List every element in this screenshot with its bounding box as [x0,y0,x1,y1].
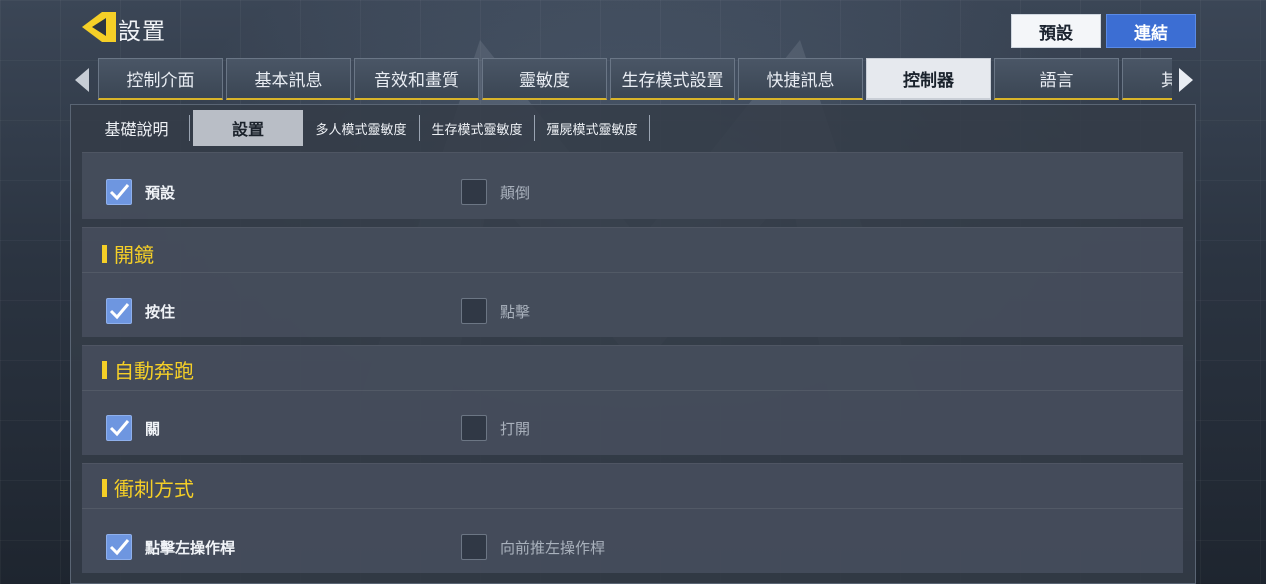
option-label: 預設 [145,183,176,202]
checkbox-unchecked-icon[interactable] [461,534,487,560]
option-invert[interactable]: 顛倒 [461,179,530,205]
section-title: 開鏡 [102,239,154,268]
tab-basic-info[interactable]: 基本訊息 [226,58,351,100]
subtab-bar: 基礎說明 設置 多人模式靈敏度 生存模式靈敏度 殭屍模式靈敏度 [84,110,650,146]
tab-audio-graphics[interactable]: 音效和畫質 [354,58,479,100]
tab-other[interactable]: 其 [1122,58,1172,100]
subtab-survival-sensitivity[interactable]: 生存模式靈敏度 [420,115,535,141]
option-hold[interactable]: 按住 [106,298,175,324]
checkbox-checked-icon[interactable] [106,179,132,205]
option-label: 點擊 [500,302,531,321]
option-tap-left-stick[interactable]: 點擊左操作桿 [106,534,235,560]
checkbox-checked-icon[interactable] [106,415,132,441]
checkbox-checked-icon[interactable] [106,534,132,560]
divider [82,508,1183,509]
tab-scroll-left-icon[interactable] [73,66,91,94]
option-default[interactable]: 預設 [106,179,175,205]
page-title: 設置 [118,19,166,45]
subtab-multiplayer-sensitivity[interactable]: 多人模式靈敏度 [303,115,420,141]
subtab-settings[interactable]: 設置 [193,110,303,146]
title-accent-bar [102,360,107,379]
divider [82,390,1183,391]
title-accent-bar [102,244,107,263]
tab-survival-settings[interactable]: 生存模式設置 [610,58,735,100]
section-title: 自動奔跑 [102,355,194,384]
tab-bar: 控制介面 基本訊息 音效和畫質 靈敏度 生存模式設置 快捷訊息 控制器 語言 其 [98,58,1172,100]
checkbox-unchecked-icon[interactable] [461,415,487,441]
checkbox-unchecked-icon[interactable] [461,298,487,324]
link-button[interactable]: 連結 [1106,14,1196,48]
sprint-method-section: 衝刺方式 點擊左操作桿 向前推左操作桿 [82,463,1183,573]
checkbox-unchecked-icon[interactable] [461,179,487,205]
auto-sprint-section: 自動奔跑 關 打開 [82,345,1183,455]
option-tap[interactable]: 點擊 [461,298,530,324]
back-arrow-icon[interactable] [80,10,116,44]
option-label: 點擊左操作桿 [145,538,236,557]
section-title: 衝刺方式 [102,473,194,502]
mode-section: 預設 顛倒 [82,152,1183,219]
auto-sprint-title: 自動奔跑 [114,359,194,383]
header: 設置 預設 連結 [0,0,1266,56]
option-label: 按住 [145,302,176,321]
divider [82,272,1183,273]
option-label: 關 [145,419,161,438]
option-label: 向前推左操作桿 [500,538,606,557]
option-label: 顛倒 [500,183,531,202]
tab-controller[interactable]: 控制器 [866,58,991,100]
option-push-left-stick[interactable]: 向前推左操作桿 [461,534,605,560]
preset-button[interactable]: 預設 [1011,14,1101,48]
sprint-method-title: 衝刺方式 [114,477,194,501]
aim-section: 開鏡 按住 點擊 [82,227,1183,337]
tab-sensitivity[interactable]: 靈敏度 [482,58,607,100]
subtab-zombie-sensitivity[interactable]: 殭屍模式靈敏度 [535,115,650,141]
tab-quick-messages[interactable]: 快捷訊息 [738,58,863,100]
option-on[interactable]: 打開 [461,415,530,441]
subtab-basic-guide[interactable]: 基礎說明 [84,115,190,141]
checkbox-checked-icon[interactable] [106,298,132,324]
tab-control-interface[interactable]: 控制介面 [98,58,223,100]
title-accent-bar [102,478,107,497]
option-label: 打開 [500,419,531,438]
tab-language[interactable]: 語言 [994,58,1119,100]
option-off[interactable]: 關 [106,415,160,441]
aim-title: 開鏡 [114,243,154,267]
tab-scroll-right-icon[interactable] [1177,66,1195,94]
